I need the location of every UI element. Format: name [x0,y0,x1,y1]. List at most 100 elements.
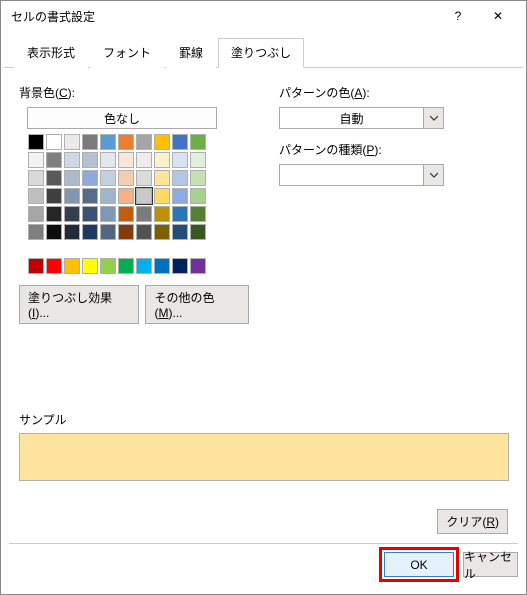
color-swatch[interactable] [118,206,134,222]
color-swatch[interactable] [118,134,134,150]
color-swatch[interactable] [64,134,80,150]
color-swatch[interactable] [82,152,98,168]
pattern-type-value [280,165,423,185]
theme-color-swatches [27,133,249,241]
color-swatch[interactable] [100,152,116,168]
color-swatch[interactable] [154,170,170,186]
fill-effects-button[interactable]: 塗りつぶし効果(I)... [19,285,139,324]
background-color-label: 背景色(C): [19,84,249,101]
color-swatch[interactable] [64,224,80,240]
color-swatch[interactable] [100,258,116,274]
color-swatch[interactable] [118,152,134,168]
color-swatch[interactable] [64,206,80,222]
color-swatch[interactable] [172,134,188,150]
color-swatch[interactable] [64,152,80,168]
color-swatch[interactable] [136,170,152,186]
color-swatch[interactable] [136,258,152,274]
close-icon: ✕ [493,9,503,23]
color-swatch[interactable] [118,170,134,186]
color-swatch[interactable] [172,188,188,204]
color-swatch[interactable] [190,188,206,204]
close-button[interactable]: ✕ [478,1,518,31]
help-button[interactable]: ? [438,1,478,31]
color-swatch[interactable] [190,206,206,222]
color-swatch[interactable] [100,134,116,150]
color-swatch[interactable] [82,224,98,240]
color-swatch[interactable] [154,188,170,204]
color-swatch[interactable] [172,258,188,274]
color-swatch[interactable] [64,188,80,204]
tab-strip: 表示形式 フォント 罫線 塗りつぶし [4,31,523,68]
color-swatch[interactable] [154,258,170,274]
color-swatch[interactable] [190,134,206,150]
tab-border[interactable]: 罫線 [166,38,216,68]
dialog-title: セルの書式設定 [9,8,438,25]
color-swatch[interactable] [118,188,134,204]
pattern-color-value: 自動 [280,108,423,128]
tab-fill[interactable]: 塗りつぶし [218,38,304,68]
color-swatch[interactable] [154,224,170,240]
color-swatch[interactable] [100,188,116,204]
color-swatch[interactable] [28,258,44,274]
color-swatch[interactable] [154,152,170,168]
tab-number-format[interactable]: 表示形式 [14,38,88,68]
color-swatch[interactable] [64,258,80,274]
color-swatch[interactable] [190,170,206,186]
color-swatch[interactable] [46,206,62,222]
chevron-down-icon [423,165,443,185]
color-swatch[interactable] [172,206,188,222]
color-swatch[interactable] [46,134,62,150]
tab-font[interactable]: フォント [90,38,164,68]
color-swatch[interactable] [28,134,44,150]
no-color-button[interactable]: 色なし [27,107,217,129]
color-swatch[interactable] [64,170,80,186]
color-swatch[interactable] [28,206,44,222]
color-swatch[interactable] [28,170,44,186]
color-swatch[interactable] [136,224,152,240]
color-swatch[interactable] [82,206,98,222]
more-colors-button[interactable]: その他の色(M)... [145,285,249,324]
color-swatch[interactable] [136,152,152,168]
cancel-button[interactable]: キャンセル [463,552,518,577]
pattern-type-select[interactable] [279,164,444,186]
color-swatch[interactable] [82,170,98,186]
clear-button[interactable]: クリア(R) [437,509,508,534]
standard-color-swatches [27,257,249,275]
color-swatch[interactable] [172,152,188,168]
color-swatch[interactable] [82,188,98,204]
sample-label: サンプル [19,411,67,428]
question-icon: ? [455,9,462,23]
ok-button[interactable]: OK [384,552,454,577]
sample-preview [19,433,509,481]
color-swatch[interactable] [100,206,116,222]
color-swatch[interactable] [172,224,188,240]
color-swatch[interactable] [190,258,206,274]
color-swatch[interactable] [136,134,152,150]
color-swatch[interactable] [46,224,62,240]
color-swatch[interactable] [28,224,44,240]
color-swatch[interactable] [190,152,206,168]
separator [9,543,518,544]
pattern-type-label: パターンの種類(P): [279,141,508,158]
color-swatch[interactable] [136,188,152,204]
color-swatch[interactable] [172,170,188,186]
color-swatch[interactable] [82,258,98,274]
color-swatch[interactable] [46,258,62,274]
color-swatch[interactable] [118,258,134,274]
color-swatch[interactable] [136,206,152,222]
color-swatch[interactable] [46,188,62,204]
color-swatch[interactable] [46,152,62,168]
color-swatch[interactable] [82,134,98,150]
pattern-color-select[interactable]: 自動 [279,107,444,129]
color-swatch[interactable] [100,224,116,240]
color-swatch[interactable] [118,224,134,240]
color-swatch[interactable] [154,206,170,222]
chevron-down-icon [423,108,443,128]
pattern-color-label: パターンの色(A): [279,84,508,101]
color-swatch[interactable] [190,224,206,240]
color-swatch[interactable] [100,170,116,186]
color-swatch[interactable] [28,152,44,168]
color-swatch[interactable] [28,188,44,204]
color-swatch[interactable] [154,134,170,150]
color-swatch[interactable] [46,170,62,186]
